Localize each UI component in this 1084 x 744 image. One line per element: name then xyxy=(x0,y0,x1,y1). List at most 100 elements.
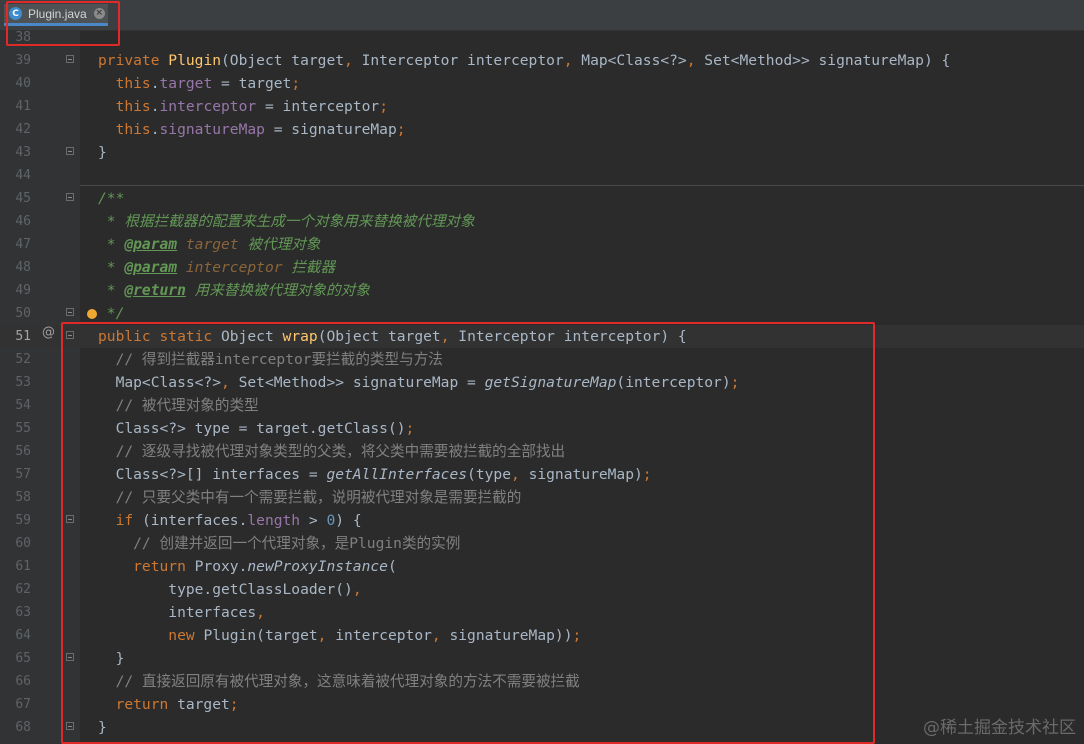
code-token: } xyxy=(98,719,107,736)
code-line[interactable]: 60 // 创建并返回一个代理对象，是Plugin类的实例 xyxy=(0,532,1084,555)
code-line[interactable]: 48 * @param interceptor 拦截器 xyxy=(0,256,1084,279)
code-token: // 被代理对象的类型 xyxy=(98,397,259,414)
code-token: private xyxy=(98,52,169,69)
code-line[interactable]: 58 // 只要父类中有一个需要拦截，说明被代理对象是需要拦截的 xyxy=(0,486,1084,509)
code-token: ; xyxy=(642,466,652,483)
code-token: ; xyxy=(229,696,239,713)
code-token: type.getClassLoader() xyxy=(98,581,353,598)
close-icon[interactable]: × xyxy=(93,8,105,19)
code-token: newProxyInstance xyxy=(247,558,388,575)
override-marker-icon[interactable]: @ xyxy=(42,325,55,340)
code-token: = interceptor xyxy=(256,98,380,115)
code-token: Class<?> type = target.getClass() xyxy=(98,420,406,437)
line-number: 65 xyxy=(15,651,31,666)
java-class-icon: C xyxy=(9,7,22,20)
line-number: 56 xyxy=(15,444,31,459)
code-token: interfaces xyxy=(98,604,257,621)
code-text: public static Object wrap(Object target,… xyxy=(98,325,687,348)
line-number: 42 xyxy=(15,122,31,137)
code-token: ; xyxy=(572,627,582,644)
code-line[interactable]: 57 Class<?>[] interfaces = getAllInterfa… xyxy=(0,463,1084,486)
code-line[interactable]: 67 return target; xyxy=(0,693,1084,716)
code-token: @return xyxy=(124,282,186,299)
code-token: // 创建并返回一个代理对象，是Plugin类的实例 xyxy=(98,535,461,552)
fold-marker-icon[interactable] xyxy=(66,55,74,63)
code-line[interactable]: 53 Map<Class<?>, Set<Method>> signatureM… xyxy=(0,371,1084,394)
fold-marker-icon[interactable] xyxy=(66,147,74,155)
code-line[interactable]: 68} xyxy=(0,716,1084,739)
line-number: 66 xyxy=(15,674,31,689)
code-text: Class<?> type = target.getClass(); xyxy=(98,417,415,440)
code-line[interactable]: 62 type.getClassLoader(), xyxy=(0,578,1084,601)
code-line[interactable]: 47 * @param target 被代理对象 xyxy=(0,233,1084,256)
code-token: (Object target xyxy=(221,52,345,69)
code-line[interactable]: 63 interfaces, xyxy=(0,601,1084,624)
code-text: Map<Class<?>, Set<Method>> signatureMap … xyxy=(98,371,740,394)
code-line[interactable]: 55 Class<?> type = target.getClass(); xyxy=(0,417,1084,440)
code-token: this xyxy=(98,121,151,138)
fold-marker-icon[interactable] xyxy=(66,308,74,316)
line-number: 67 xyxy=(15,697,31,712)
code-line[interactable]: 41 this.interceptor = interceptor; xyxy=(0,95,1084,118)
fold-marker-icon[interactable] xyxy=(66,193,74,201)
method-separator xyxy=(80,185,1084,186)
code-token: ( xyxy=(387,558,397,575)
line-number: 43 xyxy=(15,145,31,160)
line-number: 38 xyxy=(15,30,31,45)
fold-marker-icon[interactable] xyxy=(66,653,74,661)
code-text: * @return 用来替换被代理对象的对象 xyxy=(98,279,370,302)
code-line[interactable]: 40 this.target = target; xyxy=(0,72,1084,95)
code-line[interactable]: 59 if (interfaces.length > 0) { xyxy=(0,509,1084,532)
code-line[interactable]: 52 // 得到拦截器interceptor要拦截的类型与方法 xyxy=(0,348,1084,371)
code-line[interactable]: 66 // 直接返回原有被代理对象，这意味着被代理对象的方法不需要被拦截 xyxy=(0,670,1084,693)
code-line[interactable]: 56 // 逐级寻找被代理对象类型的父类，将父类中需要被拦截的全部找出 xyxy=(0,440,1084,463)
code-token: * 根据拦截器的配置来生成一个对象用来替换被代理对象 xyxy=(98,213,475,230)
code-line[interactable]: 50 */ xyxy=(0,302,1084,325)
code-line[interactable]: 61 return Proxy.newProxyInstance( xyxy=(0,555,1084,578)
code-token: Interceptor interceptor) { xyxy=(458,328,687,345)
code-text: this.signatureMap = signatureMap; xyxy=(98,118,406,141)
fold-marker-icon[interactable] xyxy=(66,331,74,339)
code-line[interactable]: 44 xyxy=(0,164,1084,187)
line-number: 63 xyxy=(15,605,31,620)
code-line[interactable]: 38 xyxy=(0,26,1084,49)
watermark: @稀土掘金技术社区 xyxy=(923,718,1076,738)
line-number: 51 xyxy=(15,329,31,344)
code-text: // 创建并返回一个代理对象，是Plugin类的实例 xyxy=(98,532,460,555)
code-text: type.getClassLoader(), xyxy=(98,578,361,601)
line-number: 47 xyxy=(15,237,31,252)
code-token: Object xyxy=(221,328,283,345)
code-line[interactable]: 42 this.signatureMap = signatureMap; xyxy=(0,118,1084,141)
code-token: wrap xyxy=(282,328,318,345)
code-line[interactable]: 64 new Plugin(target, interceptor, signa… xyxy=(0,624,1084,647)
code-line[interactable]: 65 } xyxy=(0,647,1084,670)
code-line[interactable]: 45 /** xyxy=(0,187,1084,210)
line-number: 58 xyxy=(15,490,31,505)
code-token: @param xyxy=(124,259,178,276)
code-line[interactable]: 46 * 根据拦截器的配置来生成一个对象用来替换被代理对象 xyxy=(0,210,1084,233)
fold-marker-icon[interactable] xyxy=(66,722,74,730)
tab-label: Plugin.java xyxy=(28,6,87,21)
code-token: (Object target xyxy=(317,328,441,345)
intention-bulb-icon[interactable] xyxy=(87,309,97,319)
code-line[interactable]: 54 // 被代理对象的类型 xyxy=(0,394,1084,417)
code-token: , xyxy=(686,52,705,69)
code-editor[interactable]: 38 39 private Plugin(Object target, Interc… xyxy=(0,30,1084,744)
code-token: 被代理对象 xyxy=(238,236,321,253)
fold-marker-icon[interactable] xyxy=(66,515,74,523)
code-line[interactable]: 43} xyxy=(0,141,1084,164)
code-token: // 只要父类中有一个需要拦截，说明被代理对象是需要拦截的 xyxy=(98,489,522,506)
code-token: target xyxy=(177,696,230,713)
line-number: 52 xyxy=(15,352,31,367)
code-token: return xyxy=(98,696,178,713)
line-number: 61 xyxy=(15,559,31,574)
code-line[interactable]: 49 * @return 用来替换被代理对象的对象 xyxy=(0,279,1084,302)
code-token: ; xyxy=(379,98,388,115)
code-token: public static xyxy=(98,328,222,345)
code-token: Set<Method>> signatureMap = xyxy=(238,374,485,391)
code-line[interactable]: 39 private Plugin(Object target, Intercep… xyxy=(0,49,1084,72)
tab-plugin-java[interactable]: C Plugin.java × xyxy=(4,4,108,26)
code-line[interactable]: 51 @ public static Object wrap(Object targ… xyxy=(0,325,1084,348)
code-token: signatureMap)) xyxy=(449,627,573,644)
